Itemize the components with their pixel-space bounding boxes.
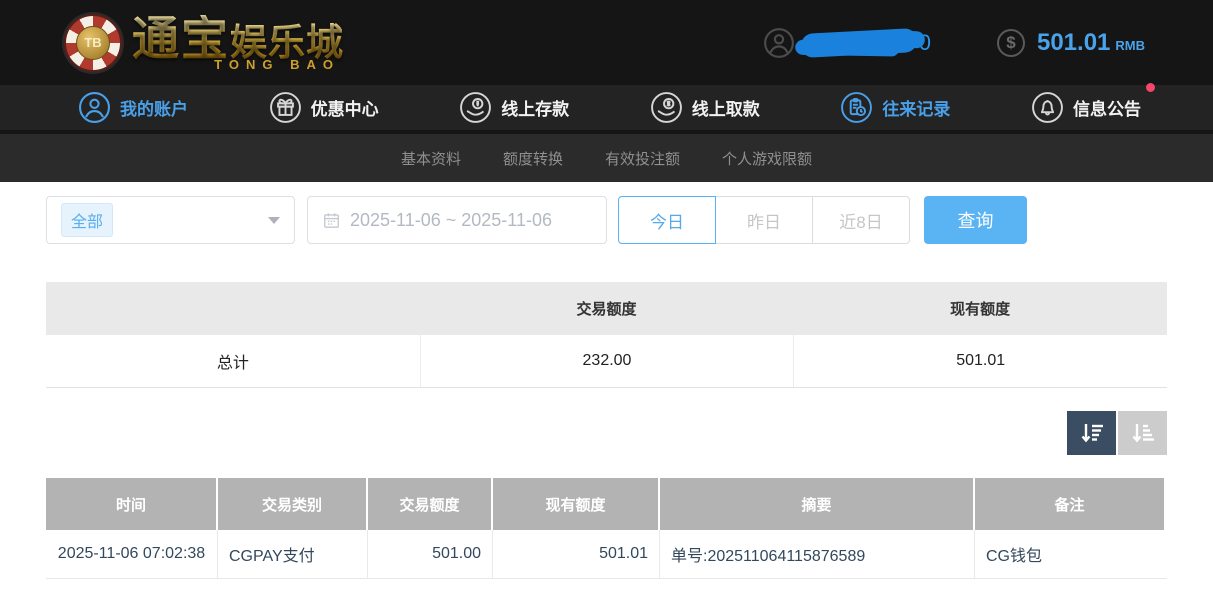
records-table-header: 时间 交易类别 交易额度 现有额度 摘要 备注 [46, 478, 1167, 530]
col-header-type: 交易类别 [218, 478, 368, 530]
query-button[interactable]: 查询 [924, 196, 1027, 244]
quick-range-last8days-button[interactable]: 近8日 [812, 196, 910, 244]
calendar-icon [322, 211, 341, 230]
gift-icon [269, 91, 302, 124]
records-table: 时间 交易类别 交易额度 现有额度 摘要 备注 2025-11-06 07:02… [46, 478, 1167, 579]
nav-item-withdrawal[interactable]: 线上取款 [650, 91, 760, 124]
summary-total-label: 总计 [46, 335, 420, 387]
col-header-remark: 备注 [975, 478, 1164, 530]
chevron-down-icon [268, 217, 280, 224]
sort-descending-button[interactable] [1067, 411, 1116, 455]
cell-summary: 单号:202511064115876589 [660, 530, 975, 578]
summary-transaction-amount-value: 232.00 [420, 335, 794, 387]
masked-username-scribble [800, 27, 917, 57]
top-header: TB 通宝娱乐城 TONG BAO 0 $ 501.01 RMB [0, 0, 1213, 85]
chip-monogram: TB [76, 26, 110, 60]
sort-descending-icon [1078, 419, 1106, 447]
date-range-value: 2025-11-06 ~ 2025-11-06 [350, 210, 552, 231]
user-icon [763, 27, 795, 59]
cell-type: CGPAY支付 [218, 530, 368, 578]
dollar-icon: $ [997, 29, 1025, 57]
site-logo[interactable]: TB 通宝娱乐城 TONG BAO [64, 14, 344, 72]
balance-currency: RMB [1115, 38, 1145, 53]
summary-total-row: 总计 232.00 501.01 [46, 335, 1167, 388]
date-range-input[interactable]: 2025-11-06 ~ 2025-11-06 [307, 196, 607, 244]
quick-range-group: 今日 昨日 近8日 [618, 196, 910, 244]
nav-item-my-account[interactable]: 我的账户 [78, 91, 188, 124]
summary-header-transaction-amount: 交易额度 [420, 282, 794, 335]
sort-ascending-button[interactable] [1118, 411, 1167, 455]
col-header-transaction-amount: 交易额度 [368, 478, 493, 530]
summary-header-current-balance: 现有额度 [793, 282, 1167, 335]
nav-item-deposit[interactable]: 线上存款 [459, 91, 569, 124]
cell-transaction-amount: 501.00 [368, 530, 493, 578]
table-row: 2025-11-06 07:02:38 CGPAY支付 501.00 501.0… [46, 530, 1167, 578]
records-clipboard-icon [840, 91, 873, 124]
summary-header-blank [46, 282, 420, 335]
user-account[interactable]: 0 [763, 27, 931, 59]
main-navigation: 我的账户 优惠中心 线上存款 线上取款 往来记录 [0, 85, 1213, 134]
quick-range-today-button[interactable]: 今日 [618, 196, 716, 244]
col-header-time: 时间 [46, 478, 218, 530]
cell-remark: CG钱包 [975, 530, 1164, 578]
col-header-summary: 摘要 [660, 478, 975, 530]
subnav-item-basic-info[interactable]: 基本资料 [401, 148, 461, 169]
balance-amount: 501.01 [1037, 29, 1110, 57]
quick-range-yesterday-button[interactable]: 昨日 [715, 196, 813, 244]
transaction-type-select[interactable]: 全部 [46, 196, 295, 244]
bell-icon [1031, 91, 1064, 124]
poker-chip-logo-icon: TB [64, 14, 122, 72]
withdraw-coin-icon [650, 91, 683, 124]
filter-toolbar: 全部 2025-11-06 ~ 2025-11-06 今日 昨日 近8日 查询 [46, 196, 1167, 244]
sort-ascending-icon [1129, 419, 1157, 447]
selected-type-chip: 全部 [61, 203, 113, 237]
sort-controls [46, 411, 1167, 455]
records-page-content: 全部 2025-11-06 ~ 2025-11-06 今日 昨日 近8日 查询 … [0, 182, 1213, 579]
wallet-balance[interactable]: $ 501.01 RMB [997, 29, 1145, 57]
summary-table: 交易额度 现有额度 总计 232.00 501.01 [46, 282, 1167, 388]
notification-dot [1146, 83, 1155, 92]
cell-current-balance: 501.01 [493, 530, 660, 578]
subnav-item-valid-bets[interactable]: 有效投注额 [605, 148, 680, 169]
logo-title: 通宝娱乐城 [132, 15, 344, 62]
cell-time: 2025-11-06 07:02:38 [46, 530, 218, 578]
account-sub-navigation: 基本资料 额度转换 有效投注额 个人游戏限额 [0, 134, 1213, 182]
header-right: 0 $ 501.01 RMB [763, 27, 1145, 59]
user-circle-icon [78, 91, 111, 124]
subnav-item-credit-transfer[interactable]: 额度转换 [503, 148, 563, 169]
summary-table-header: 交易额度 现有额度 [46, 282, 1167, 335]
nav-item-records[interactable]: 往来记录 [840, 91, 950, 124]
nav-item-promotions[interactable]: 优惠中心 [269, 91, 379, 124]
nav-item-announcements[interactable]: 信息公告 [1031, 91, 1141, 124]
subnav-item-game-limits[interactable]: 个人游戏限额 [722, 148, 812, 169]
deposit-coin-icon [459, 91, 492, 124]
summary-current-balance-value: 501.01 [793, 335, 1167, 387]
col-header-current-balance: 现有额度 [493, 478, 660, 530]
logo-text: 通宝娱乐城 TONG BAO [132, 15, 344, 71]
